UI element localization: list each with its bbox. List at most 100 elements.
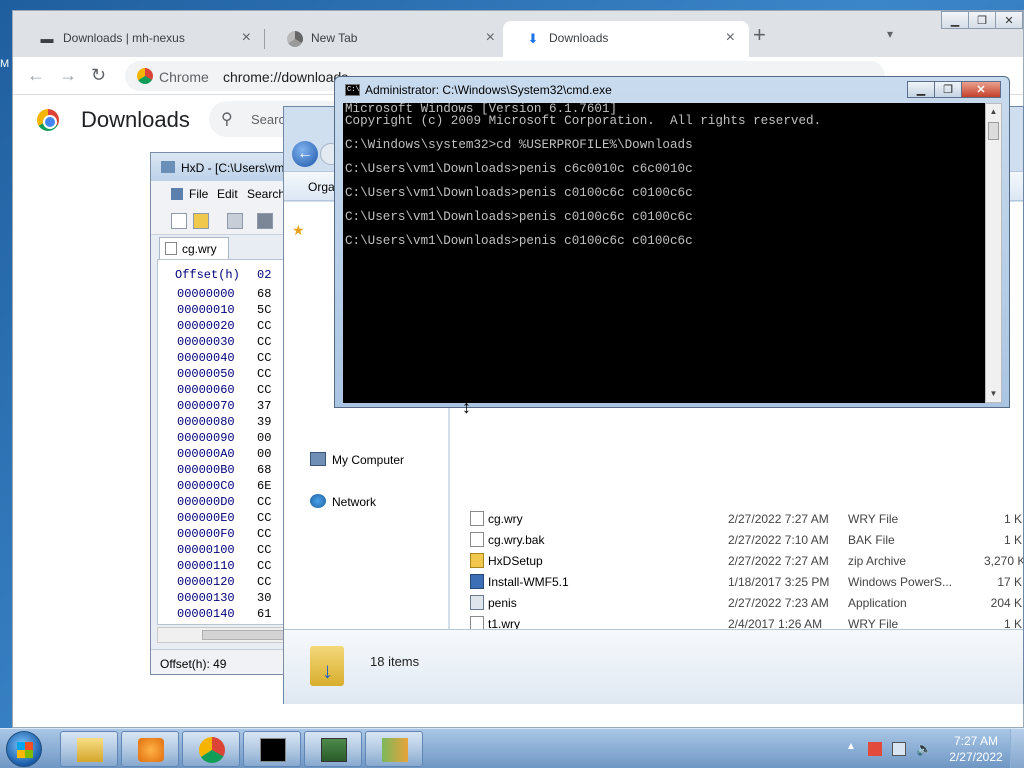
back-icon[interactable]: ← (27, 65, 45, 86)
hex-value[interactable]: 68 (257, 287, 271, 301)
hex-horizontal-scrollbar[interactable] (157, 627, 283, 643)
scroll-thumb[interactable] (202, 630, 283, 640)
scroll-down-icon[interactable]: ▼ (986, 386, 1001, 402)
hex-value[interactable]: CC (257, 543, 271, 557)
tab-downloads[interactable]: ⬇ Downloads × (503, 21, 749, 57)
close-button[interactable]: ✕ (961, 81, 1001, 98)
toolbar-icon[interactable] (257, 213, 273, 229)
reload-icon[interactable]: ↻ (91, 65, 106, 86)
omnibox-url[interactable]: chrome://downloads (223, 69, 348, 85)
menu-search[interactable]: Search (247, 187, 283, 201)
nav-item-network[interactable]: Network (310, 494, 376, 509)
taskbar-chrome[interactable] (182, 731, 240, 767)
hex-value[interactable]: CC (257, 319, 271, 333)
file-size: 3,270 K (984, 554, 1023, 568)
hex-value[interactable]: CC (257, 575, 271, 589)
file-tab-cg-wry[interactable]: cg.wry (159, 237, 229, 259)
organize-button[interactable]: Orga (308, 180, 335, 194)
tab-downloads-mh-nexus[interactable]: ▬ Downloads | mh-nexus × (17, 21, 265, 57)
hex-editor-area[interactable]: Offset(h) 02 00000000 68 00000010 5C 0000002… (157, 259, 283, 625)
hex-value[interactable]: 5C (257, 303, 271, 317)
volume-icon[interactable]: 🔈 (916, 742, 932, 756)
show-hidden-icons-icon[interactable]: ▲ (846, 741, 856, 752)
scroll-up-icon[interactable]: ▲ (986, 104, 1001, 120)
details-pane: 18 items (284, 629, 1023, 704)
show-desktop-button[interactable] (1010, 729, 1024, 768)
hex-value[interactable]: 30 (257, 591, 271, 605)
close-icon[interactable]: × (486, 29, 495, 47)
favorites-star-icon[interactable]: ★ (292, 222, 314, 238)
hex-value[interactable]: 00 (257, 447, 271, 461)
file-row[interactable]: penis 2/27/2022 7:23 AM Application 204 K (450, 592, 1023, 613)
file-row[interactable]: cg.wry 2/27/2022 7:27 AM WRY File 1 K (450, 508, 1023, 529)
taskbar-hxd[interactable] (365, 731, 423, 767)
hex-value[interactable]: 00 (257, 431, 271, 445)
hex-row: 000000A0 00 (177, 447, 271, 461)
hex-value[interactable]: 37 (257, 399, 271, 413)
clock-date[interactable]: 2/27/2022 (946, 750, 1006, 764)
console-vertical-scrollbar[interactable]: ▲ ▼ (985, 103, 1002, 403)
file-row[interactable]: Install-WMF5.1 1/18/2017 3:25 PM Windows P… (450, 571, 1023, 592)
action-center-icon[interactable] (868, 742, 882, 756)
hex-value[interactable]: 61 (257, 607, 271, 621)
hex-offset: 000000B0 (177, 463, 235, 477)
hex-row: 00000110 CC (177, 559, 271, 573)
menu-file[interactable]: File (189, 187, 208, 201)
hex-value[interactable]: CC (257, 367, 271, 381)
taskbar-hxd-monitor[interactable] (304, 731, 362, 767)
hxd-title: HxD - [C:\Users\vm (181, 161, 284, 175)
file-type: WRY File (848, 617, 899, 629)
back-button[interactable]: ← (292, 141, 318, 167)
close-icon[interactable]: × (726, 29, 735, 47)
taskbar-cmd[interactable] (243, 731, 301, 767)
console-output[interactable]: Microsoft Windows [Version 6.1.7601] Cop… (343, 103, 985, 403)
close-button[interactable]: ✕ (995, 11, 1023, 29)
column-header: 02 (257, 268, 272, 282)
clock-time[interactable]: 7:27 AM (950, 734, 1002, 748)
doc-file-icon (470, 511, 484, 526)
file-type: Windows PowerS... (848, 575, 953, 589)
hex-value[interactable]: CC (257, 495, 271, 509)
hat-icon: ▬ (40, 31, 54, 46)
file-icon (165, 242, 177, 255)
nav-item-my-computer[interactable]: My Computer (310, 452, 404, 467)
hex-value[interactable]: 6E (257, 479, 271, 493)
hex-value[interactable]: CC (257, 335, 271, 349)
file-row[interactable]: cg.wry.bak 2/27/2022 7:10 AM BAK File 1 K (450, 529, 1023, 550)
menu-edit[interactable]: Edit (217, 187, 238, 201)
hex-offset: 00000060 (177, 383, 235, 397)
hex-row: 00000120 CC (177, 575, 271, 589)
save-icon[interactable] (227, 213, 243, 229)
file-row[interactable]: t1.wry 2/4/2017 1:26 AM WRY File 1 K (450, 613, 1023, 629)
open-folder-icon[interactable] (193, 213, 209, 229)
hex-value[interactable]: CC (257, 527, 271, 541)
app-file-icon (470, 595, 484, 610)
chevron-down-icon[interactable]: ▾ (887, 27, 893, 41)
chrome-icon (287, 31, 303, 47)
maximize-button[interactable]: ❐ (968, 11, 996, 29)
hex-row: 00000100 CC (177, 543, 271, 557)
hex-value[interactable]: CC (257, 351, 271, 365)
minimize-button[interactable]: ▁ (941, 11, 969, 29)
taskbar-explorer[interactable] (60, 731, 118, 767)
new-tab-button[interactable]: + (753, 24, 766, 46)
hex-row: 00000020 CC (177, 319, 271, 333)
new-file-icon[interactable] (171, 213, 187, 229)
hex-value[interactable]: 39 (257, 415, 271, 429)
network-icon[interactable] (892, 742, 906, 756)
minimize-button[interactable]: ▁ (907, 81, 935, 98)
tab-new-tab[interactable]: New Tab × (265, 21, 509, 57)
close-icon[interactable]: × (242, 29, 251, 47)
maximize-button[interactable]: ❐ (934, 81, 962, 98)
file-row[interactable]: HxDSetup 2/27/2022 7:27 AM zip Archive 3,27… (450, 550, 1023, 571)
start-button[interactable] (6, 731, 42, 767)
file-tab-label: cg.wry (182, 242, 217, 256)
hex-value[interactable]: CC (257, 559, 271, 573)
taskbar-media-player[interactable] (121, 731, 179, 767)
hex-value[interactable]: CC (257, 383, 271, 397)
hex-value[interactable]: CC (257, 511, 271, 525)
forward-icon[interactable]: → (59, 65, 77, 86)
scroll-thumb[interactable] (988, 122, 999, 140)
hex-value[interactable]: 68 (257, 463, 271, 477)
file-size: 17 K (997, 575, 1022, 589)
